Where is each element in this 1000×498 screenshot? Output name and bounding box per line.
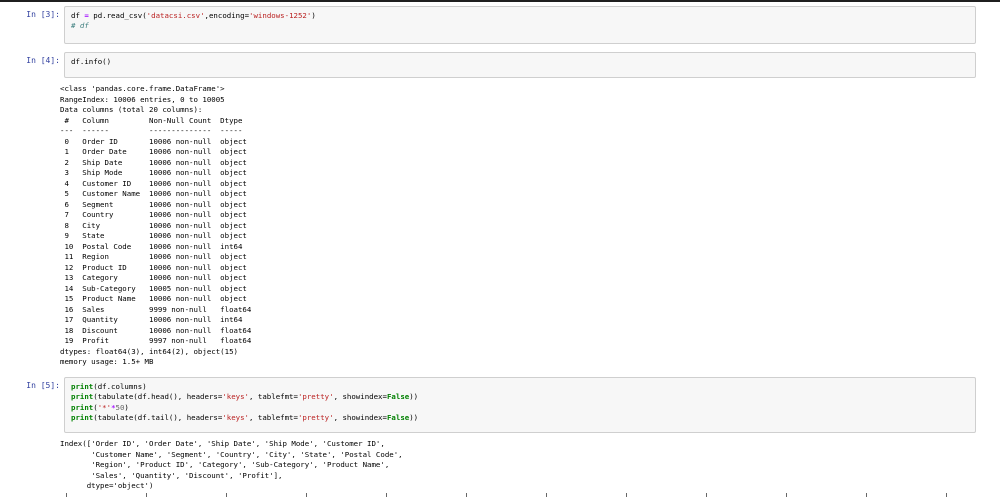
output-line: Index(['Order ID', 'Order Date', 'Ship D… bbox=[60, 439, 385, 448]
code-line: print(tabulate(df.tail(), headers='keys'… bbox=[71, 413, 969, 423]
code-token: ) bbox=[311, 11, 316, 20]
code-line: df = pd.read_csv('datacsi.csv',encoding=… bbox=[71, 11, 969, 21]
table-border-tick bbox=[866, 493, 867, 497]
table-border-tick bbox=[466, 493, 467, 497]
input-prompt: In [5]: bbox=[26, 381, 60, 390]
code-input[interactable]: df = pd.read_csv('datacsi.csv',encoding=… bbox=[64, 6, 976, 44]
code-token: 'keys' bbox=[222, 413, 249, 423]
output-line: 17 Quantity 10006 non-null int64 bbox=[60, 315, 252, 324]
code-line: df.info() bbox=[71, 57, 969, 67]
table-border-tick bbox=[146, 493, 147, 497]
code-line: print('*'*50) bbox=[71, 403, 969, 413]
code-token: False bbox=[386, 392, 410, 402]
output-line: dtype='object') bbox=[60, 481, 154, 490]
table-border-tick bbox=[626, 493, 627, 497]
code-token: print bbox=[71, 382, 94, 391]
output-line: 18 Discount 10006 non-null float64 bbox=[60, 325, 252, 335]
code-token: # df bbox=[71, 21, 89, 31]
output-line: <class 'pandas.core.frame.DataFrame'> bbox=[60, 84, 225, 93]
code-input[interactable]: df.info() bbox=[64, 52, 976, 78]
code-token: print bbox=[71, 392, 94, 402]
code-token: print bbox=[71, 402, 94, 412]
code-line: print(df.columns) bbox=[71, 382, 969, 392]
code-token: , showindex= bbox=[333, 392, 387, 402]
table-border-tick bbox=[386, 493, 387, 497]
code-token: (df.columns) bbox=[93, 382, 147, 391]
code-token: ) bbox=[124, 402, 129, 412]
output-line: 12 Product ID 10006 non-null object bbox=[60, 262, 252, 272]
output-line: 'Region', 'Product ID', 'Category', 'Sub… bbox=[60, 460, 390, 469]
truncated-table-border bbox=[66, 493, 966, 498]
code-token: 'pretty' bbox=[297, 392, 334, 402]
output-line: dtypes: float64(3), int64(2), object(15) bbox=[60, 346, 238, 356]
output-line: 6 Segment 10006 non-null object bbox=[60, 199, 252, 209]
table-border-tick bbox=[706, 493, 707, 497]
output-line: 4 Customer ID 10006 non-null object bbox=[60, 178, 252, 188]
output-line: 5 Customer Name 10006 non-null object bbox=[60, 189, 252, 198]
code-line: print(tabulate(df.head(), headers='keys'… bbox=[71, 392, 969, 402]
output-line: # Column Non-Null Count Dtype bbox=[60, 115, 252, 125]
code-token: False bbox=[386, 413, 410, 423]
code-token: print bbox=[71, 413, 94, 423]
code-token: '*' bbox=[97, 402, 112, 412]
code-token: , tablefmt= bbox=[249, 413, 298, 423]
output-line: --- ------ -------------- ----- bbox=[60, 126, 252, 135]
output-line: 7 Country 10006 non-null object bbox=[60, 210, 252, 219]
output-line: 14 Sub-Category 10005 non-null object bbox=[60, 283, 252, 293]
output-line: 0 Order ID 10006 non-null object bbox=[60, 136, 252, 146]
output-line: 8 City 10006 non-null object bbox=[60, 220, 252, 230]
code-token: (tabulate(df.tail(), headers= bbox=[93, 413, 223, 423]
table-border-tick bbox=[226, 493, 227, 497]
input-prompt: In [4]: bbox=[26, 56, 60, 65]
code-token: , showindex= bbox=[333, 413, 387, 423]
code-token: 'windows-1252' bbox=[249, 11, 312, 20]
code-token: , tablefmt= bbox=[249, 392, 298, 402]
code-token: df bbox=[71, 11, 85, 20]
output-line: 16 Sales 9999 non-null float64 bbox=[60, 304, 252, 314]
output-line: 13 Category 10006 non-null object bbox=[60, 273, 252, 282]
output-line: 15 Product Name 10006 non-null object bbox=[60, 294, 252, 303]
code-input[interactable]: print(df.columns) print(tabulate(df.head(… bbox=[64, 377, 976, 433]
output-line: 1 Order Date 10006 non-null object bbox=[60, 147, 252, 156]
code-token: 'pretty' bbox=[297, 413, 334, 423]
table-border-tick bbox=[66, 493, 67, 497]
cell-output: <class 'pandas.core.frame.DataFrame'> Ran… bbox=[60, 84, 980, 368]
code-token: 'keys' bbox=[222, 392, 249, 402]
code-token: (tabulate(df.head(), headers= bbox=[93, 392, 223, 402]
top-border bbox=[0, 0, 1000, 2]
table-border-tick bbox=[946, 493, 947, 497]
table-border-tick bbox=[786, 493, 787, 497]
output-line: 2 Ship Date 10006 non-null object bbox=[60, 157, 252, 167]
code-token: )) bbox=[409, 392, 419, 402]
input-prompt: In [3]: bbox=[26, 10, 60, 19]
output-line: 9 State 10006 non-null object bbox=[60, 231, 252, 240]
cell-output: Index(['Order ID', 'Order Date', 'Ship D… bbox=[60, 439, 980, 492]
code-token: )) bbox=[409, 413, 419, 423]
output-line: Data columns (total 20 columns): bbox=[60, 105, 203, 114]
output-line: 11 Region 10006 non-null object bbox=[60, 252, 252, 261]
code-token: df.info() bbox=[71, 57, 112, 66]
output-line: 19 Profit 9997 non-null float64 bbox=[60, 336, 252, 345]
output-line: 'Customer Name', 'Segment', 'Country', '… bbox=[60, 449, 403, 459]
output-line: 10 Postal Code 10006 non-null int64 bbox=[60, 241, 252, 251]
output-line: memory usage: 1.5+ MB bbox=[60, 357, 154, 366]
output-line: RangeIndex: 10006 entries, 0 to 10005 bbox=[60, 94, 225, 104]
code-token: 'datacsi.csv' bbox=[146, 11, 205, 20]
table-border-tick bbox=[306, 493, 307, 497]
code-token: pd.read_csv( bbox=[88, 11, 147, 20]
output-line: 'Sales', 'Quantity', 'Discount', 'Profit… bbox=[60, 470, 283, 480]
output-line: 3 Ship Mode 10006 non-null object bbox=[60, 168, 252, 177]
table-border-tick bbox=[546, 493, 547, 497]
code-token: ,encoding= bbox=[204, 11, 250, 20]
code-line: # df bbox=[71, 21, 969, 31]
